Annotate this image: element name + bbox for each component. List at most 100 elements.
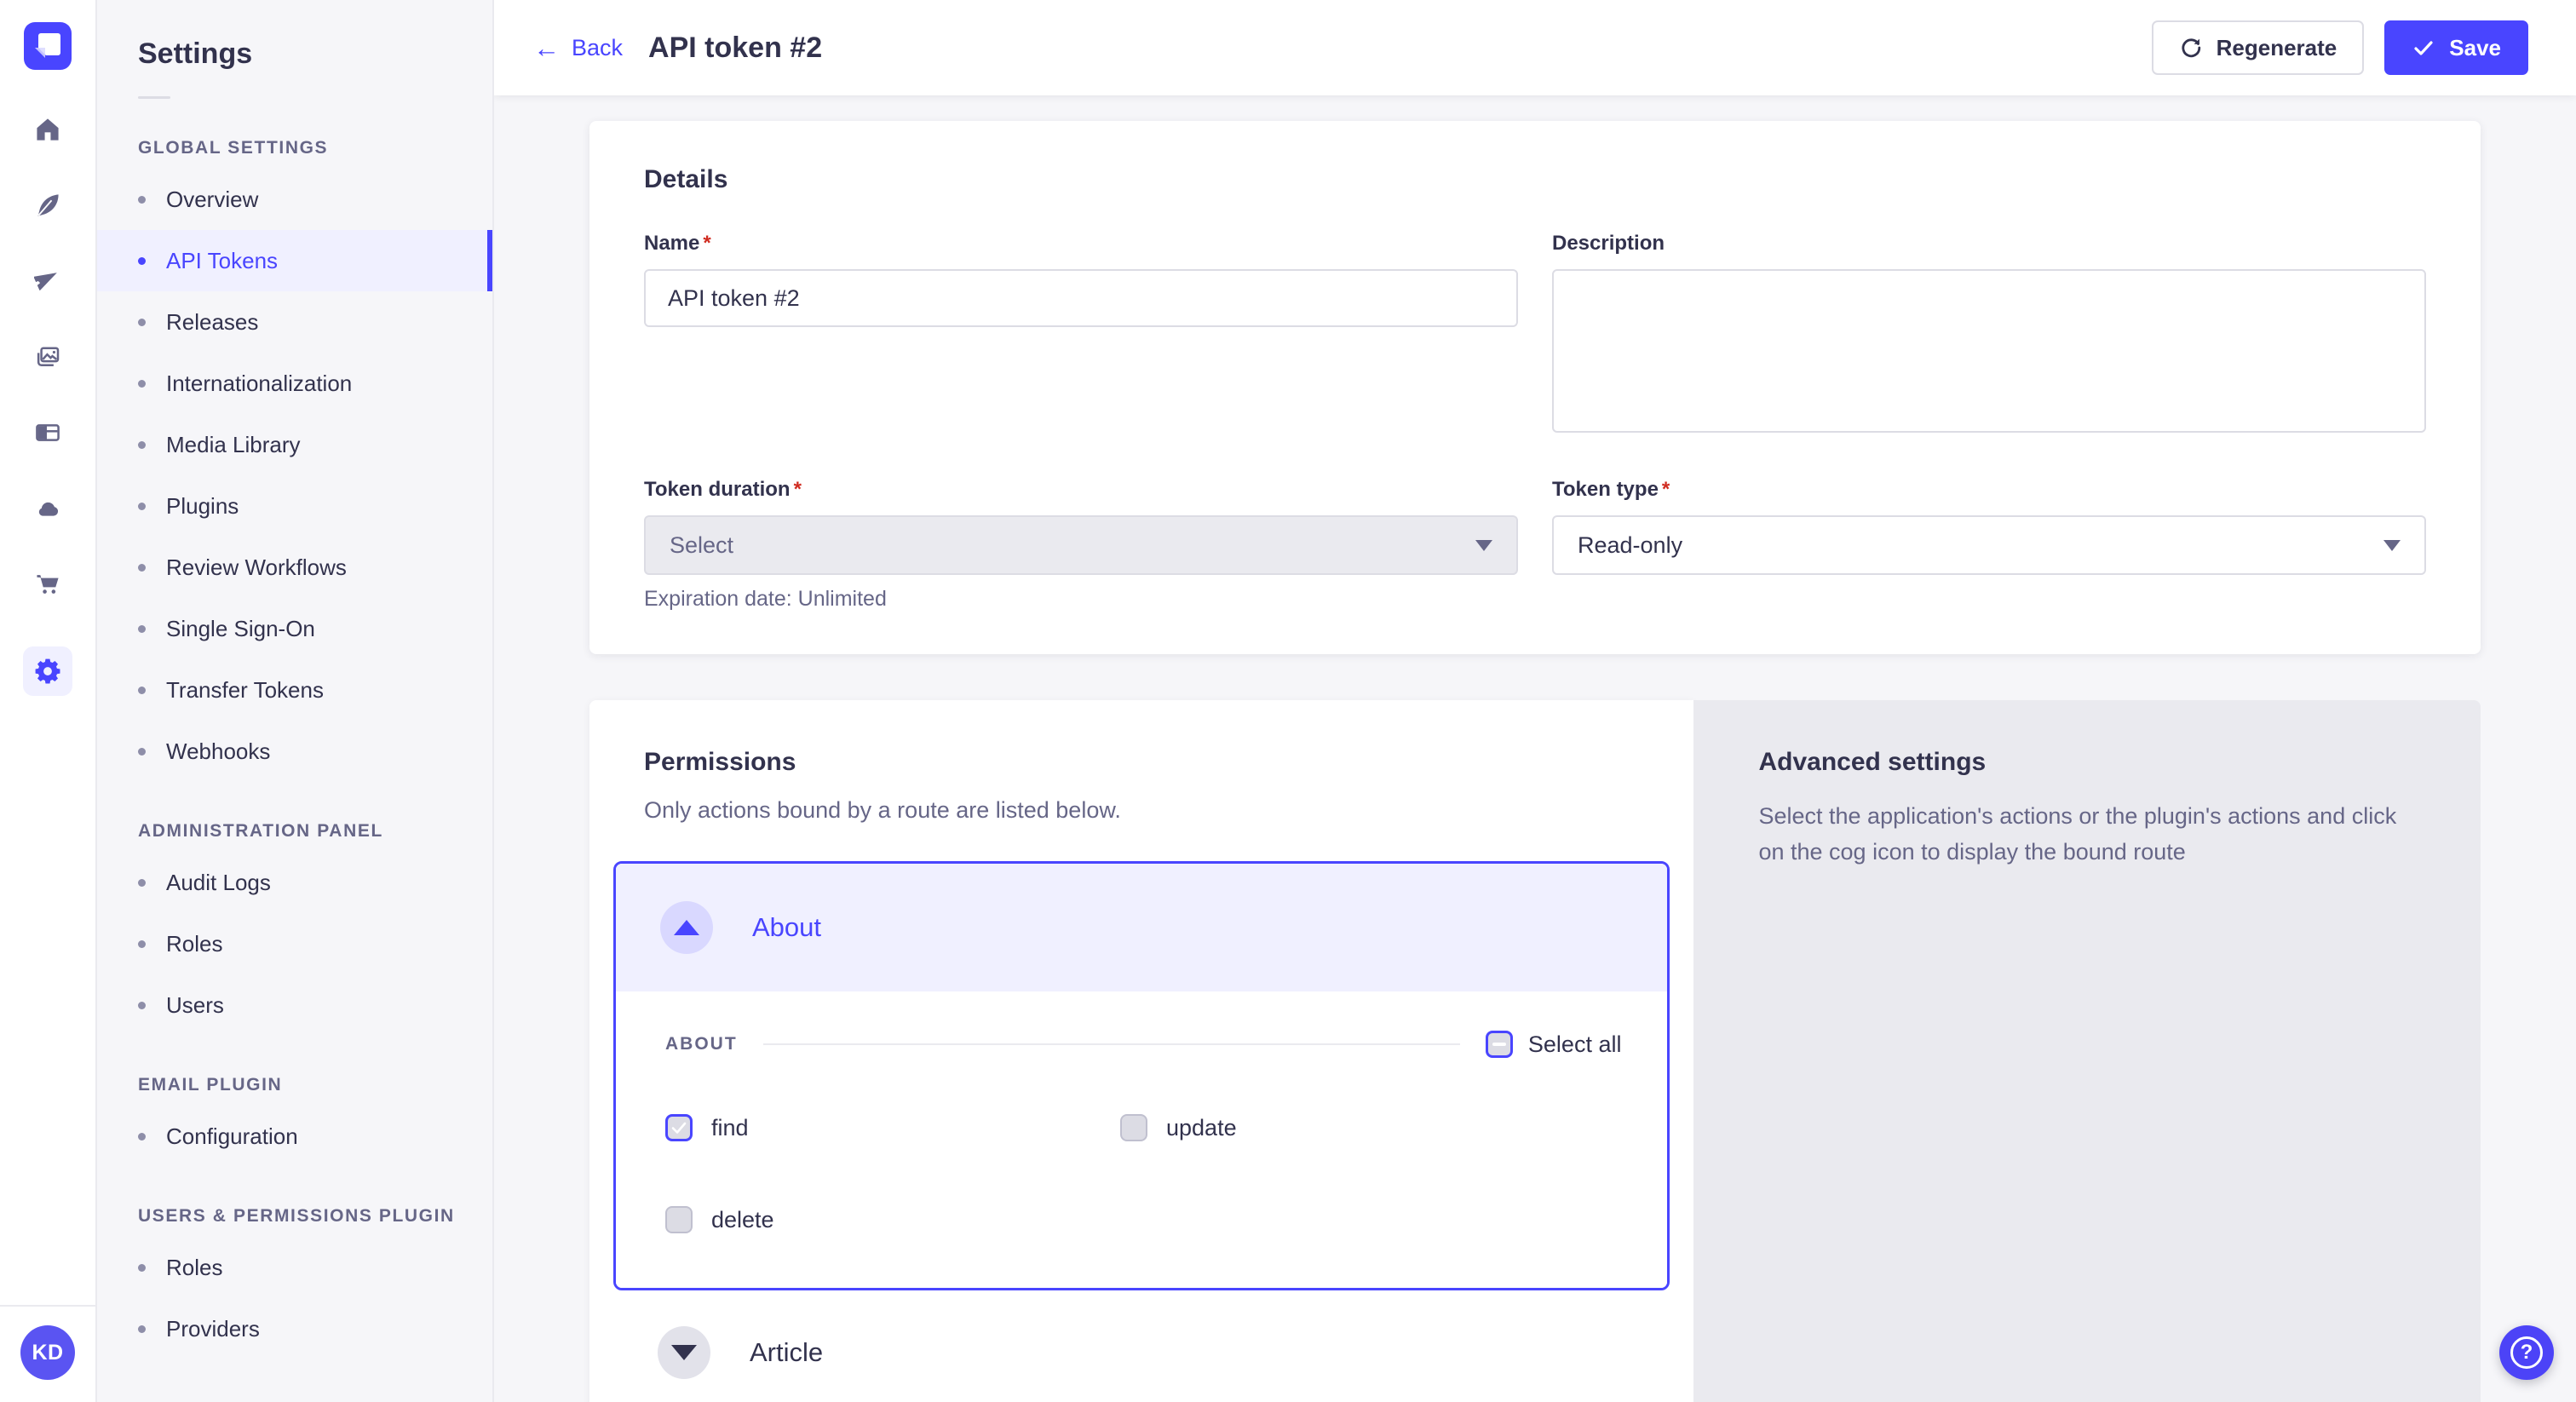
check-icon [670, 1118, 688, 1137]
permission-update[interactable]: update [1120, 1114, 1621, 1141]
back-link[interactable]: ← Back [533, 35, 623, 61]
main-nav-rail: KD [0, 0, 97, 1402]
description-textarea[interactable] [1552, 269, 2426, 433]
accordion-article-label: Article [750, 1337, 823, 1368]
accordion-about-label: About [752, 912, 821, 943]
chevron-down-icon [2383, 540, 2401, 551]
accordion-about: About ABOUT Select all [613, 861, 1670, 1290]
paper-plane-icon[interactable] [34, 267, 61, 295]
bullet-icon [138, 1264, 146, 1272]
sidebar-item-internationalization[interactable]: Internationalization [97, 353, 492, 414]
accordion-about-body: ABOUT Select all [616, 991, 1667, 1288]
sidebar-item-audit-logs[interactable]: Audit Logs [97, 852, 492, 913]
bullet-icon [138, 503, 146, 510]
sidebar-item-up-roles[interactable]: Roles [97, 1237, 492, 1298]
accordion-article-header[interactable]: Article [613, 1290, 1670, 1402]
sidebar-title: Settings [97, 0, 492, 71]
sidebar-title-divider [138, 96, 170, 99]
collapse-toggle[interactable] [660, 901, 713, 954]
description-label: Description [1552, 232, 2426, 256]
name-label: Name* [644, 232, 1518, 256]
details-card: Details Name* Description Token duration… [589, 121, 2481, 654]
refresh-icon [2179, 36, 2203, 60]
bullet-icon [138, 1325, 146, 1333]
bullet-icon [138, 1002, 146, 1009]
bullet-icon [138, 1133, 146, 1141]
find-checkbox[interactable] [665, 1114, 693, 1141]
token-type-label: Token type* [1552, 478, 2426, 502]
sidebar-item-configuration[interactable]: Configuration [97, 1106, 492, 1167]
permission-find[interactable]: find [665, 1114, 1120, 1141]
help-button[interactable]: ? [2499, 1325, 2554, 1380]
regenerate-button[interactable]: Regenerate [2152, 20, 2365, 75]
sidebar-item-overview[interactable]: Overview [97, 169, 492, 230]
page-title: API token #2 [648, 32, 822, 65]
cloud-icon[interactable] [34, 495, 61, 522]
advanced-settings-panel: Advanced settings Select the application… [1693, 700, 2481, 1402]
bullet-icon [138, 380, 146, 388]
permission-delete[interactable]: delete [665, 1206, 1120, 1233]
bullet-icon [138, 319, 146, 326]
page-header: ← Back API token #2 Regenerate Save [494, 0, 2576, 95]
chevron-down-icon [1475, 540, 1492, 551]
page-content: Details Name* Description Token duration… [494, 95, 2576, 1402]
about-section-label: ABOUT [665, 1034, 738, 1054]
bullet-icon [138, 879, 146, 887]
avatar[interactable]: KD [20, 1325, 75, 1380]
bullet-icon [138, 441, 146, 449]
bullet-icon [138, 625, 146, 633]
sidebar-item-admin-roles[interactable]: Roles [97, 913, 492, 974]
details-heading: Details [644, 165, 2426, 194]
chevron-up-icon [674, 920, 699, 935]
indeterminate-dash-icon [1492, 1043, 1506, 1046]
required-marker: * [703, 232, 710, 255]
token-type-select[interactable]: Read-only [1552, 515, 2426, 575]
sidebar-item-releases[interactable]: Releases [97, 291, 492, 353]
select-all-control[interactable]: Select all [1486, 1031, 1622, 1058]
sidebar-item-single-sign-on[interactable]: Single Sign-On [97, 598, 492, 659]
update-checkbox[interactable] [1120, 1114, 1147, 1141]
bullet-icon [138, 257, 146, 265]
strapi-logo[interactable] [24, 22, 72, 70]
token-duration-field-group: Token duration* Select Expiration date: … [644, 478, 1518, 612]
sidebar-item-providers[interactable]: Providers [97, 1298, 492, 1359]
sidebar-item-users[interactable]: Users [97, 974, 492, 1036]
accordion-about-header[interactable]: About [616, 864, 1667, 991]
required-marker: * [1662, 478, 1670, 501]
name-input[interactable] [644, 269, 1518, 327]
name-field-group: Name* [644, 232, 1518, 437]
sidebar-item-media-library[interactable]: Media Library [97, 414, 492, 475]
token-type-field-group: Token type* Read-only [1552, 478, 2426, 612]
advanced-settings-heading: Advanced settings [1758, 748, 2412, 777]
bullet-icon [138, 748, 146, 756]
section-divider [763, 1043, 1460, 1045]
bullet-icon [138, 564, 146, 572]
delete-checkbox[interactable] [665, 1206, 693, 1233]
bullet-icon [138, 940, 146, 948]
rail-footer: KD [0, 1305, 95, 1402]
media-pictures-icon[interactable] [34, 343, 61, 371]
token-duration-select[interactable]: Select [644, 515, 1518, 575]
sidebar-item-api-tokens[interactable]: API Tokens [97, 230, 492, 291]
select-all-checkbox[interactable] [1486, 1031, 1513, 1058]
bullet-icon [138, 687, 146, 694]
sidebar-item-webhooks[interactable]: Webhooks [97, 721, 492, 782]
feather-icon[interactable] [34, 192, 61, 219]
section-label-global-settings: GLOBAL SETTINGS [138, 138, 472, 158]
section-label-email-plugin: EMAIL PLUGIN [138, 1075, 472, 1095]
bullet-icon [138, 196, 146, 204]
cart-icon[interactable] [34, 571, 61, 598]
sidebar-item-review-workflows[interactable]: Review Workflows [97, 537, 492, 598]
required-marker: * [794, 478, 802, 501]
token-duration-label: Token duration* [644, 478, 1518, 502]
settings-sidebar: Settings GLOBAL SETTINGS Overview API To… [97, 0, 494, 1402]
section-label-administration-panel: ADMINISTRATION PANEL [138, 821, 472, 842]
sidebar-item-plugins[interactable]: Plugins [97, 475, 492, 537]
expand-toggle[interactable] [658, 1326, 710, 1379]
save-button[interactable]: Save [2384, 20, 2528, 75]
layout-card-icon[interactable] [34, 419, 61, 446]
sidebar-item-transfer-tokens[interactable]: Transfer Tokens [97, 659, 492, 721]
gear-icon[interactable] [23, 646, 72, 696]
question-mark-icon: ? [2510, 1336, 2543, 1369]
home-icon[interactable] [34, 116, 61, 143]
